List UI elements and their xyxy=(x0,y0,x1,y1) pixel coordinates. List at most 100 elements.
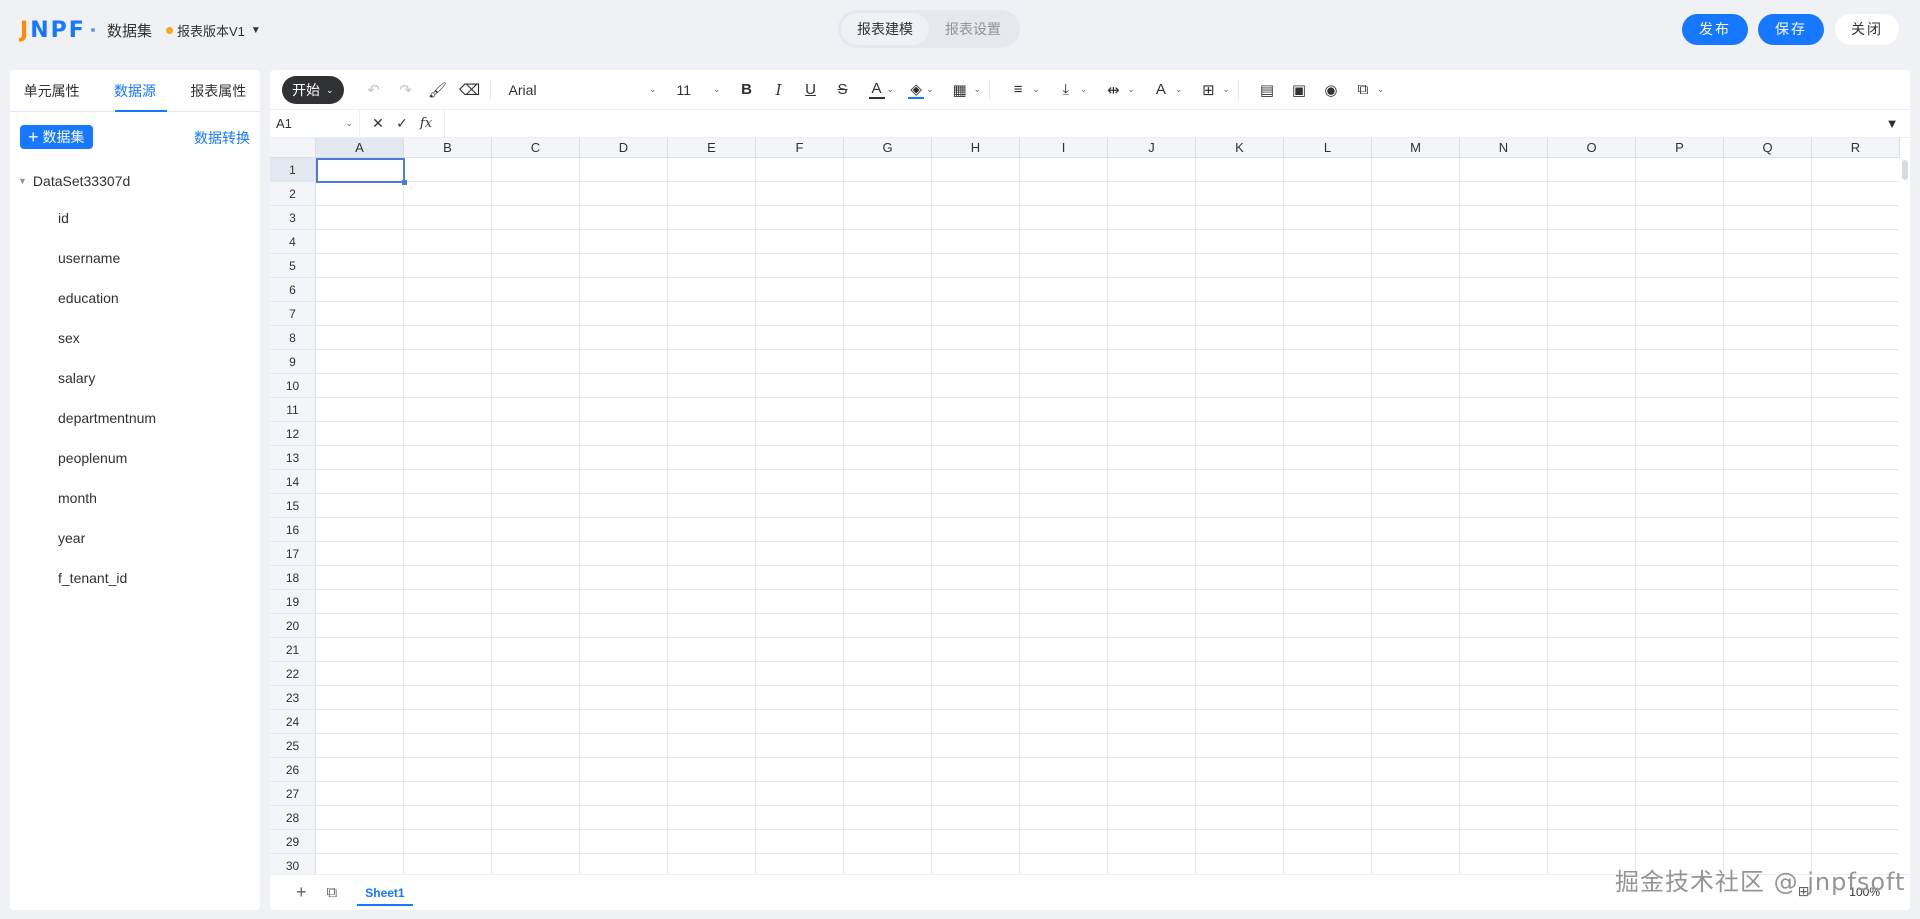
strikethrough-icon[interactable]: S xyxy=(831,78,855,102)
row-header[interactable]: 11 xyxy=(270,398,316,422)
dataset-field[interactable]: departmentnum xyxy=(58,410,156,450)
dataset-field[interactable]: peoplenum xyxy=(58,450,156,490)
row-header[interactable]: 3 xyxy=(270,206,316,230)
row-header[interactable]: 24 xyxy=(270,710,316,734)
dataset-field[interactable]: f_tenant_id xyxy=(58,570,156,610)
save-button[interactable]: 保存 xyxy=(1758,14,1824,45)
column-header[interactable]: B xyxy=(404,138,492,158)
select-all-corner[interactable] xyxy=(270,138,316,158)
dataset-field[interactable]: username xyxy=(58,250,156,290)
chevron-down-icon[interactable]: ⌄ xyxy=(1175,84,1183,95)
row-header[interactable]: 13 xyxy=(270,446,316,470)
chevron-down-icon[interactable]: ⌄ xyxy=(1222,84,1230,95)
column-header[interactable]: J xyxy=(1108,138,1196,158)
clear-format-icon[interactable]: ⌫ xyxy=(458,78,482,102)
column-header[interactable]: P xyxy=(1636,138,1724,158)
column-header[interactable]: O xyxy=(1548,138,1636,158)
dataset-field[interactable]: id xyxy=(58,210,156,250)
row-header[interactable]: 8 xyxy=(270,326,316,350)
row-header[interactable]: 7 xyxy=(270,302,316,326)
row-header[interactable]: 25 xyxy=(270,734,316,758)
version-selector[interactable]: 报表版本V1 ▼ xyxy=(166,21,261,40)
cell-area[interactable] xyxy=(316,158,1898,874)
sheet-list-icon[interactable]: ⧉ xyxy=(327,884,338,901)
function-icon[interactable]: fx xyxy=(414,116,438,131)
column-header[interactable]: N xyxy=(1460,138,1548,158)
column-header[interactable]: F xyxy=(756,138,844,158)
insert-more-icon[interactable]: ⧉ xyxy=(1351,78,1375,102)
dataset-field[interactable]: education xyxy=(58,290,156,330)
row-header[interactable]: 27 xyxy=(270,782,316,806)
row-header[interactable]: 22 xyxy=(270,662,316,686)
text-wrap-icon[interactable]: ⇹ xyxy=(1101,78,1125,102)
border-icon[interactable]: ▦ xyxy=(948,78,972,102)
cell-reference-box[interactable]: A1 ⌄ xyxy=(270,109,360,138)
sheet-tab[interactable]: Sheet1 xyxy=(357,879,413,906)
close-button[interactable]: 关闭 xyxy=(1835,14,1899,45)
italic-icon[interactable]: I xyxy=(767,78,791,102)
chevron-down-icon[interactable]: ⌄ xyxy=(887,84,895,95)
row-header[interactable]: 10 xyxy=(270,374,316,398)
row-header[interactable]: 1 xyxy=(270,158,316,182)
row-header[interactable]: 26 xyxy=(270,758,316,782)
column-header[interactable]: E xyxy=(668,138,756,158)
dataset-field[interactable]: sex xyxy=(58,330,156,370)
row-header[interactable]: 19 xyxy=(270,590,316,614)
column-header[interactable]: H xyxy=(932,138,1020,158)
add-sheet-icon[interactable]: + xyxy=(296,882,307,903)
row-header[interactable]: 17 xyxy=(270,542,316,566)
row-header[interactable]: 29 xyxy=(270,830,316,854)
column-header[interactable]: Q xyxy=(1724,138,1812,158)
column-header[interactable]: I xyxy=(1020,138,1108,158)
publish-button[interactable]: 发布 xyxy=(1682,14,1748,45)
vertical-align-icon[interactable]: ⤓ xyxy=(1054,78,1078,102)
horizontal-align-icon[interactable]: ≡ xyxy=(1006,78,1030,102)
chevron-down-icon[interactable]: ⌄ xyxy=(1080,84,1088,95)
column-header[interactable]: R xyxy=(1812,138,1900,158)
chevron-down-icon[interactable]: ⌄ xyxy=(1032,84,1040,95)
vertical-scrollbar[interactable] xyxy=(1902,160,1908,180)
tab-cell-properties[interactable]: 单元属性 xyxy=(10,70,93,111)
add-dataset-button[interactable]: + 数据集 xyxy=(20,125,93,149)
data-convert-link[interactable]: 数据转换 xyxy=(194,128,250,148)
text-rotate-icon[interactable]: A xyxy=(1149,78,1173,102)
column-header[interactable]: L xyxy=(1284,138,1372,158)
column-header[interactable]: A xyxy=(316,138,404,158)
row-header[interactable]: 6 xyxy=(270,278,316,302)
chevron-down-icon[interactable]: ⌄ xyxy=(926,84,934,95)
start-menu-button[interactable]: 开始 ⌄ xyxy=(282,75,344,104)
tab-data-source[interactable]: 数据源 xyxy=(93,70,176,112)
preview-eye-icon[interactable]: ◉ xyxy=(1319,78,1343,102)
row-header[interactable]: 9 xyxy=(270,350,316,374)
row-header[interactable]: 15 xyxy=(270,494,316,518)
insert-table-icon[interactable]: ▤ xyxy=(1255,78,1279,102)
dataset-field[interactable]: month xyxy=(58,490,156,530)
expand-formula-icon[interactable]: ▼ xyxy=(1874,116,1910,131)
dataset-tree-root[interactable]: ▼ DataSet33307d xyxy=(18,173,130,189)
confirm-icon[interactable]: ✓ xyxy=(390,115,414,132)
column-header[interactable]: C xyxy=(492,138,580,158)
font-family-select[interactable]: Arial ⌄ xyxy=(503,77,663,103)
undo-icon[interactable]: ↶ xyxy=(362,78,386,102)
column-header[interactable]: K xyxy=(1196,138,1284,158)
row-header[interactable]: 4 xyxy=(270,230,316,254)
row-header[interactable]: 18 xyxy=(270,566,316,590)
row-header[interactable]: 20 xyxy=(270,614,316,638)
row-header[interactable]: 30 xyxy=(270,854,316,874)
chevron-down-icon[interactable]: ⌄ xyxy=(1127,84,1135,95)
underline-icon[interactable]: U xyxy=(799,78,823,102)
chevron-down-icon[interactable]: ⌄ xyxy=(974,84,982,95)
dataset-field[interactable]: salary xyxy=(58,370,156,410)
row-header[interactable]: 2 xyxy=(270,182,316,206)
font-color-icon[interactable]: A xyxy=(868,80,885,99)
tab-report-properties[interactable]: 报表属性 xyxy=(177,70,260,111)
tab-report-modeling[interactable]: 报表建模 xyxy=(841,13,929,45)
tab-report-settings[interactable]: 报表设置 xyxy=(929,13,1017,45)
fill-color-icon[interactable]: ◈ xyxy=(908,81,925,99)
row-header[interactable]: 23 xyxy=(270,686,316,710)
dataset-field[interactable]: year xyxy=(58,530,156,570)
column-header[interactable]: D xyxy=(580,138,668,158)
caret-down-icon[interactable]: ▼ xyxy=(18,176,27,186)
row-header[interactable]: 5 xyxy=(270,254,316,278)
row-header[interactable]: 28 xyxy=(270,806,316,830)
